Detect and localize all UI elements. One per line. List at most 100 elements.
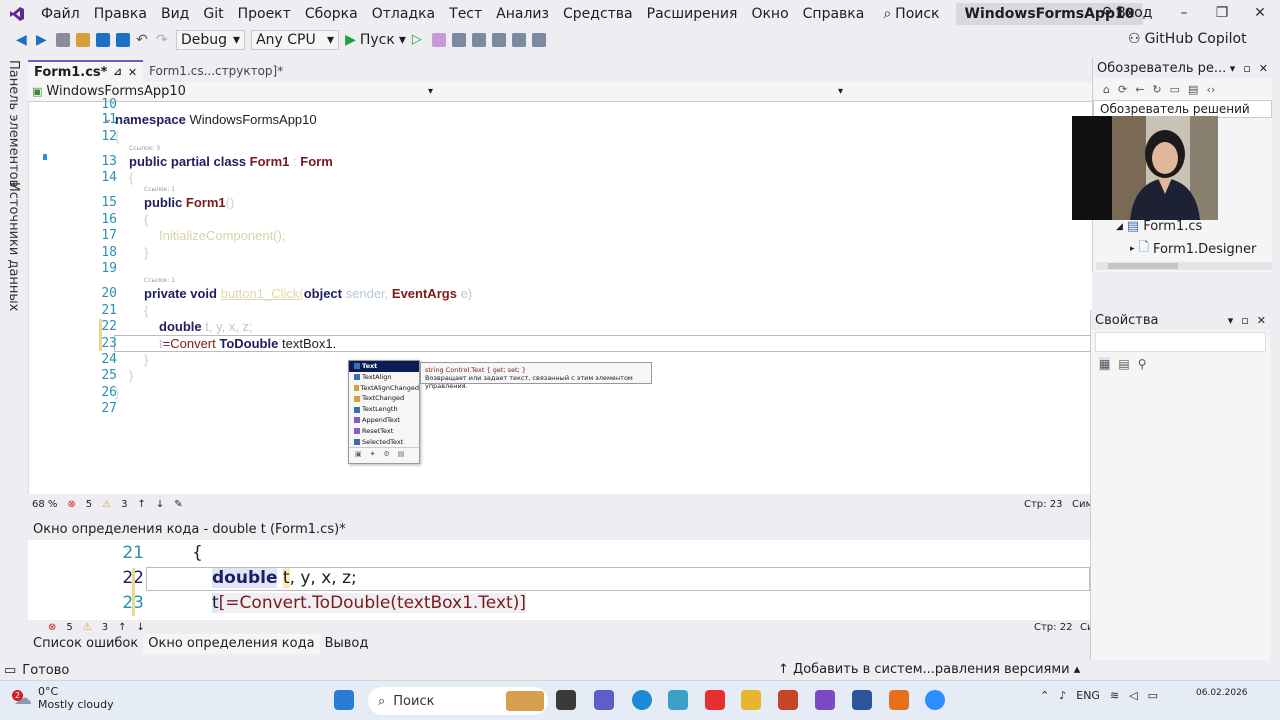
completion-item[interactable]: ResetText xyxy=(349,426,419,437)
tree-item-form1-designer[interactable]: ▸ 🗋 Form1.Designer xyxy=(1130,238,1256,260)
close-icon[interactable]: ✕ xyxy=(128,66,137,79)
completion-item[interactable]: TextAlign xyxy=(349,372,419,383)
new-project-icon[interactable] xyxy=(56,33,70,47)
chevron-down-icon[interactable]: ▾ xyxy=(428,86,433,97)
menu-analyze[interactable]: Анализ xyxy=(489,0,556,28)
powerpoint-icon[interactable] xyxy=(778,690,798,710)
menu-view[interactable]: Вид xyxy=(154,0,196,28)
tab-form1-designer[interactable]: Form1.cs...структор]* xyxy=(143,60,289,82)
tab-form1-cs[interactable]: Form1.cs* ⊿ ✕ xyxy=(28,60,144,82)
alphabetical-icon[interactable]: ▤ xyxy=(1118,357,1129,371)
home-icon[interactable]: ⌂ xyxy=(1103,83,1110,96)
completion-item[interactable]: Text xyxy=(349,361,419,372)
up-arrow-icon[interactable]: ↑ xyxy=(118,622,126,633)
yandex-icon[interactable] xyxy=(705,690,725,710)
filter-icon[interactable]: ▤ xyxy=(398,450,405,458)
run-button[interactable]: ▶ Пуск ▾ xyxy=(345,32,406,48)
warning-count[interactable]: 3 xyxy=(121,499,127,510)
redo-icon[interactable]: ↷ xyxy=(156,33,170,47)
zoom-icon[interactable] xyxy=(925,690,945,710)
bookmark-icon[interactable] xyxy=(531,33,546,47)
back-icon[interactable]: ◀ xyxy=(16,33,30,47)
teams-icon[interactable] xyxy=(594,690,614,710)
codelens-references[interactable]: Ссылок: 3 xyxy=(129,145,160,152)
down-arrow-icon[interactable]: ↓ xyxy=(137,622,145,633)
expand-arrow-icon[interactable]: ▸ xyxy=(1130,244,1135,254)
menu-test[interactable]: Тест xyxy=(442,0,489,28)
completion-item[interactable]: TextLength xyxy=(349,404,419,415)
language-indicator[interactable]: ENG xyxy=(1076,689,1100,702)
fold-toggle-icon[interactable]: ⌄ xyxy=(104,114,112,125)
align-icon[interactable] xyxy=(471,33,486,47)
pin-icon[interactable]: ⊿ xyxy=(113,67,121,78)
word-icon[interactable] xyxy=(852,690,872,710)
toolbox-tab[interactable]: Панель элементов xyxy=(6,60,21,187)
run-without-debug-icon[interactable]: ▷ xyxy=(412,33,426,47)
menu-help[interactable]: Справка xyxy=(796,0,872,28)
microphone-icon[interactable]: ♪ xyxy=(1059,689,1066,702)
warning-count[interactable]: 3 xyxy=(102,622,108,633)
login-button[interactable]: ⚲ Вход xyxy=(1102,5,1152,21)
format-icon[interactable] xyxy=(491,33,506,47)
completion-item[interactable]: TextChanged xyxy=(349,393,419,404)
battery-icon[interactable]: ▭ xyxy=(1148,689,1158,702)
forward-icon[interactable]: ▶ xyxy=(36,33,50,47)
save-all-icon[interactable] xyxy=(116,33,130,47)
search-button[interactable]: ⌕ Поиск xyxy=(877,6,945,22)
sync-icon[interactable]: ⟳ xyxy=(1118,83,1127,96)
volume-icon[interactable]: ◁ xyxy=(1129,689,1137,702)
hot-reload-icon[interactable] xyxy=(431,33,446,47)
comment-icon[interactable] xyxy=(511,33,526,47)
menu-window[interactable]: Окно xyxy=(744,0,795,28)
expand-arrow-icon[interactable]: ◢ xyxy=(1116,222,1123,232)
filter-icon[interactable]: ▣ xyxy=(355,450,362,458)
filter-icon[interactable]: ⚙ xyxy=(384,450,390,458)
intellisense-list[interactable]: Text TextAlign TextAlignChanged TextChan… xyxy=(348,360,420,464)
filter-icon[interactable]: ✦ xyxy=(370,450,376,458)
categorized-icon[interactable]: ▦ xyxy=(1099,357,1111,371)
datasources-tab[interactable]: Источники данных xyxy=(6,182,21,311)
menu-extensions[interactable]: Расширения xyxy=(640,0,745,28)
maximize-button[interactable]: ❐ xyxy=(1210,5,1234,21)
horizontal-scrollbar[interactable] xyxy=(1096,262,1272,270)
down-arrow-icon[interactable]: ↓ xyxy=(156,499,164,510)
save-icon[interactable] xyxy=(96,33,110,47)
file-explorer-icon[interactable] xyxy=(741,690,761,710)
tab-error-list[interactable]: Список ошибок xyxy=(28,634,143,654)
clock[interactable]: 06.02.2026 xyxy=(1196,687,1248,699)
copilot-button[interactable]: ⚇ GitHub Copilot xyxy=(1128,31,1247,47)
chevron-down-icon[interactable]: ▾ xyxy=(1230,62,1236,75)
menu-build[interactable]: Сборка xyxy=(298,0,365,28)
weather-widget[interactable]: ☁ 2 0°C Mostly cloudy xyxy=(12,685,114,711)
codelens-references[interactable]: Ссылок: 1 xyxy=(144,186,175,193)
maximize-icon[interactable]: ▫ xyxy=(1241,314,1248,327)
layout-icon[interactable] xyxy=(451,33,466,47)
property-pages-icon[interactable]: ⚲ xyxy=(1138,357,1147,371)
undo-icon[interactable]: ↶ xyxy=(136,33,150,47)
up-arrow-icon[interactable]: ↑ xyxy=(138,499,146,510)
maximize-icon[interactable]: ▫ xyxy=(1243,62,1250,75)
add-to-source-control[interactable]: ↑ Добавить в систем...равления версиями … xyxy=(778,662,1080,677)
app-icon[interactable] xyxy=(668,690,688,710)
chevron-down-icon[interactable]: ▾ xyxy=(838,86,843,97)
scrollbar-thumb[interactable] xyxy=(1108,263,1178,269)
menu-debug[interactable]: Отладка xyxy=(365,0,442,28)
chevron-up-icon[interactable]: ⌃ xyxy=(1040,689,1049,702)
task-view-icon[interactable] xyxy=(556,690,576,710)
peek-definition-editor[interactable]: 21 22 23 { double t, y, x, z; t[=Convert… xyxy=(28,540,1092,620)
completion-item[interactable]: SelectedText xyxy=(349,437,419,448)
platform-dropdown[interactable]: Any CPU ▾ xyxy=(251,30,340,50)
windows-start-icon[interactable] xyxy=(334,690,354,710)
close-icon[interactable]: ✕ xyxy=(1259,62,1268,75)
menu-edit[interactable]: Правка xyxy=(87,0,154,28)
refresh-icon[interactable]: ↻ xyxy=(1152,83,1161,96)
open-folder-icon[interactable] xyxy=(76,33,90,47)
code-cleanup-icon[interactable]: ✎ xyxy=(174,499,182,510)
wifi-icon[interactable]: ≋ xyxy=(1110,689,1119,702)
error-count[interactable]: 5 xyxy=(86,499,92,510)
code-icon[interactable]: ‹› xyxy=(1206,83,1215,96)
show-all-icon[interactable]: ▤ xyxy=(1188,83,1198,96)
menu-tools[interactable]: Средства xyxy=(556,0,640,28)
menu-file[interactable]: Файл xyxy=(34,0,87,28)
object-selector[interactable] xyxy=(1095,332,1266,352)
